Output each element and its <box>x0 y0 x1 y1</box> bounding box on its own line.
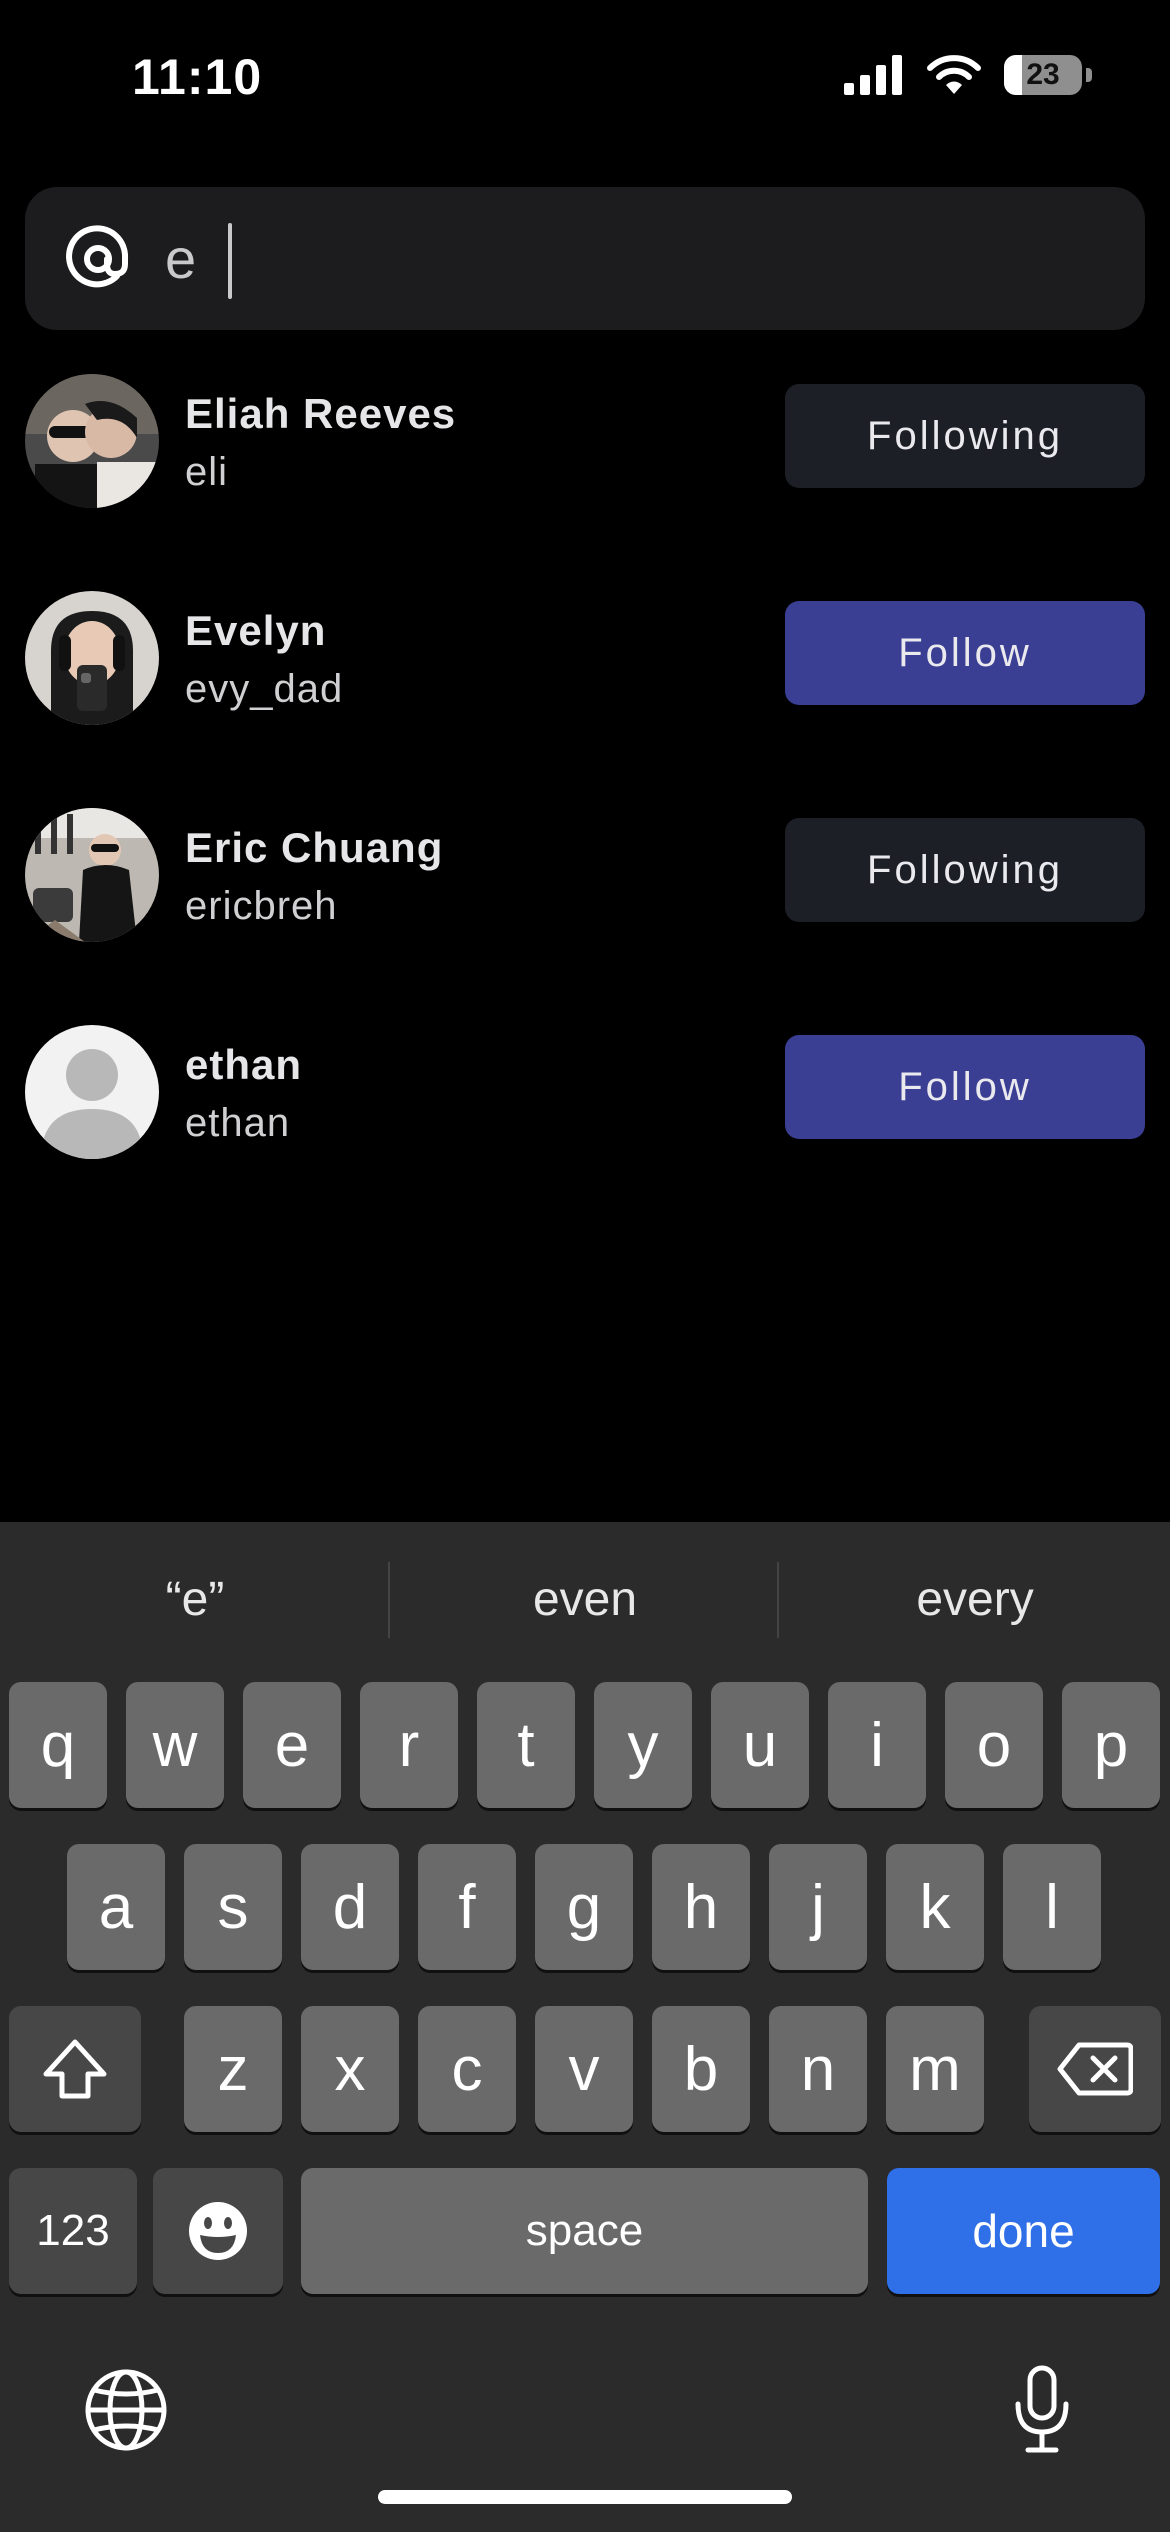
key-z[interactable]: z <box>184 2006 282 2132</box>
key-v[interactable]: v <box>535 2006 633 2132</box>
battery-icon: 23 <box>1004 55 1082 95</box>
key-d[interactable]: d <box>301 1844 399 1970</box>
following-button[interactable]: Following <box>785 384 1145 488</box>
key-f[interactable]: f <box>418 1844 516 1970</box>
cellular-signal-icon <box>844 55 902 95</box>
list-item[interactable]: Eric Chuang ericbreh Following <box>0 804 1170 944</box>
key-s[interactable]: s <box>184 1844 282 1970</box>
globe-icon[interactable] <box>84 2368 168 2452</box>
key-j[interactable]: j <box>769 1844 867 1970</box>
space-key[interactable]: space <box>301 2168 868 2294</box>
key-g[interactable]: g <box>535 1844 633 1970</box>
key-x[interactable]: x <box>301 2006 399 2132</box>
user-name: Eric Chuang <box>185 824 444 871</box>
suggestion-2[interactable]: even <box>390 1572 780 1627</box>
key-k[interactable]: k <box>886 1844 984 1970</box>
user-handle: eli <box>185 450 229 494</box>
key-r[interactable]: r <box>360 1682 458 1808</box>
list-item[interactable]: ethan ethan Follow <box>0 1021 1170 1161</box>
emoji-key[interactable] <box>153 2168 283 2294</box>
emoji-icon <box>189 2202 247 2260</box>
key-l[interactable]: l <box>1003 1844 1101 1970</box>
text-caret <box>228 223 232 299</box>
list-item[interactable]: Evelyn evy_dad Follow <box>0 587 1170 727</box>
wifi-icon <box>927 55 981 94</box>
user-handle: ericbreh <box>185 884 338 928</box>
user-name: ethan <box>185 1041 303 1088</box>
done-key[interactable]: done <box>887 2168 1160 2294</box>
search-input[interactable] <box>165 187 1145 330</box>
user-handle: evy_dad <box>185 667 344 711</box>
at-sign-icon <box>66 224 129 287</box>
list-item[interactable]: Eliah Reeves eli Following <box>0 370 1170 510</box>
status-time: 11:10 <box>132 49 263 105</box>
shift-key[interactable] <box>9 2006 141 2132</box>
key-n[interactable]: n <box>769 2006 867 2132</box>
user-name: Evelyn <box>185 607 327 654</box>
key-b[interactable]: b <box>652 2006 750 2132</box>
key-u[interactable]: u <box>711 1682 809 1808</box>
key-h[interactable]: h <box>652 1844 750 1970</box>
key-w[interactable]: w <box>126 1682 224 1808</box>
avatar[interactable] <box>25 591 159 725</box>
suggestion-1[interactable]: “e” <box>0 1572 390 1627</box>
follow-button[interactable]: Follow <box>785 601 1145 705</box>
backspace-key[interactable] <box>1029 2006 1161 2132</box>
home-indicator[interactable] <box>378 2490 792 2504</box>
suggestion-divider <box>777 1562 779 1638</box>
follow-button[interactable]: Follow <box>785 1035 1145 1139</box>
key-q[interactable]: q <box>9 1682 107 1808</box>
key-a[interactable]: a <box>67 1844 165 1970</box>
suggestion-3[interactable]: every <box>780 1572 1170 1627</box>
status-icons: 23 <box>844 54 1092 96</box>
battery-cap <box>1086 68 1092 82</box>
user-name: Eliah Reeves <box>185 390 457 437</box>
key-y[interactable]: y <box>594 1682 692 1808</box>
key-o[interactable]: o <box>945 1682 1043 1808</box>
key-m[interactable]: m <box>886 2006 984 2132</box>
user-handle: ethan <box>185 1101 291 1145</box>
keyboard: “e” even every q w e r t y u i o p a s d… <box>0 1522 1170 2532</box>
default-avatar-icon[interactable] <box>25 1025 159 1159</box>
battery-level: 23 <box>1026 58 1060 91</box>
backspace-icon <box>1057 2042 1133 2096</box>
numbers-key[interactable]: 123 <box>9 2168 137 2294</box>
avatar[interactable] <box>25 808 159 942</box>
key-i[interactable]: i <box>828 1682 926 1808</box>
shift-icon <box>43 2039 107 2099</box>
microphone-icon[interactable] <box>1010 2364 1074 2456</box>
following-button[interactable]: Following <box>785 818 1145 922</box>
key-e[interactable]: e <box>243 1682 341 1808</box>
key-t[interactable]: t <box>477 1682 575 1808</box>
search-bar[interactable] <box>25 187 1145 330</box>
key-p[interactable]: p <box>1062 1682 1160 1808</box>
avatar[interactable] <box>25 374 159 508</box>
key-c[interactable]: c <box>418 2006 516 2132</box>
